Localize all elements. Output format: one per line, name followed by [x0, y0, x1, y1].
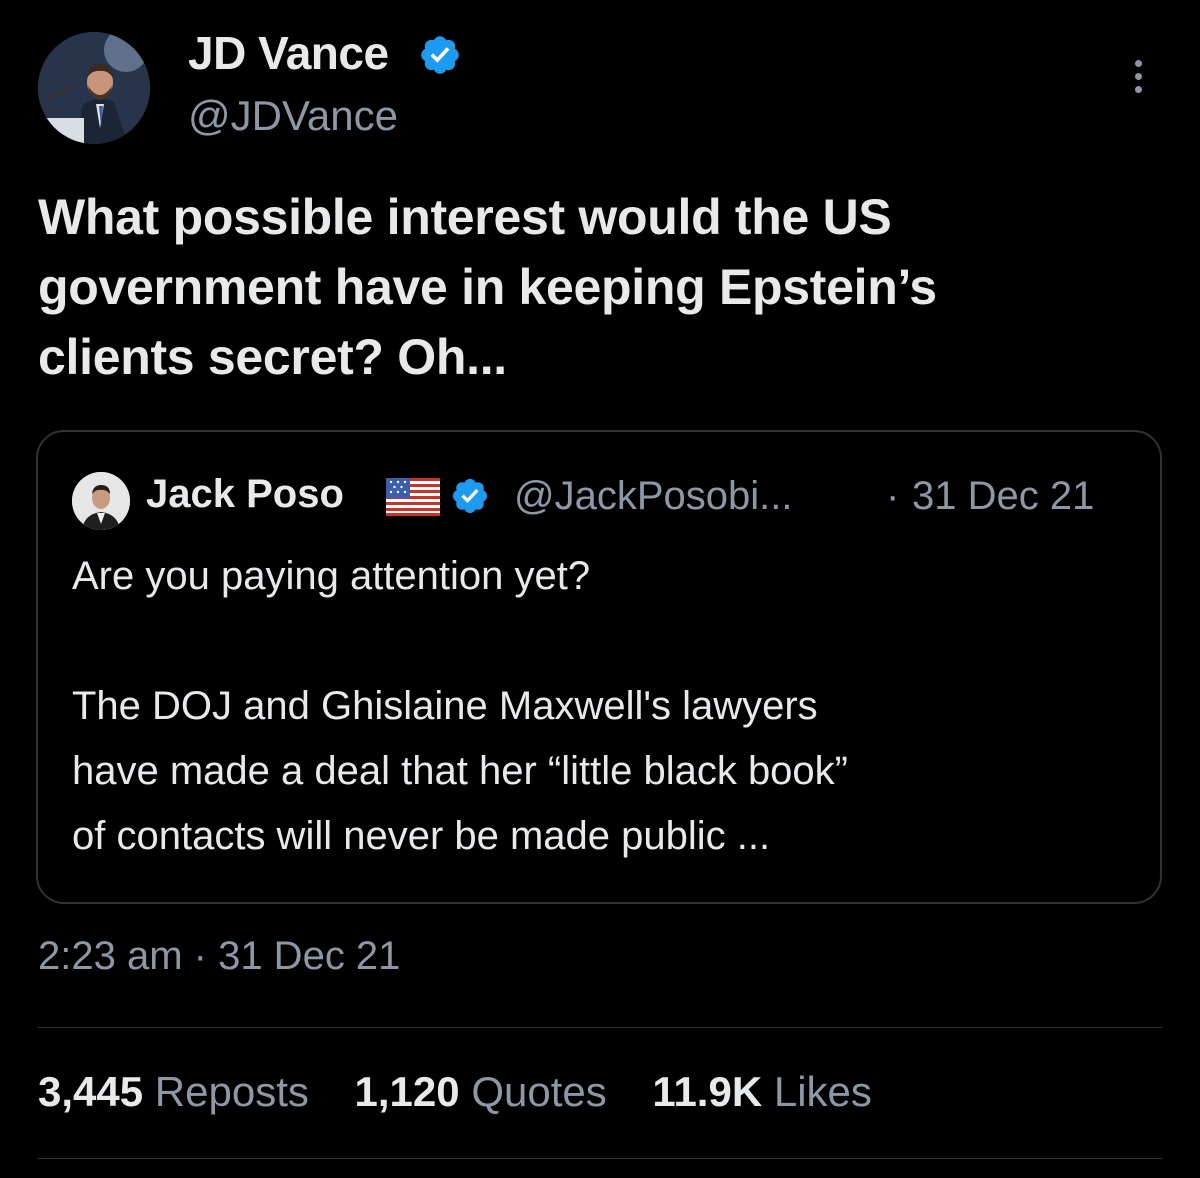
quotes-stat[interactable]: 1,120 Quotes: [355, 1068, 607, 1115]
quoted-author-name[interactable]: Jack Poso: [146, 472, 344, 517]
likes-label: Likes: [773, 1068, 872, 1115]
more-options-icon[interactable]: [1128, 60, 1148, 100]
quotes-count: 1,120: [354, 1068, 460, 1115]
reposts-count: 3,445: [38, 1068, 144, 1115]
author-handle[interactable]: @JDVance: [188, 92, 398, 140]
engagement-stats: 3,445 Reposts 1,120 Quotes 11.9K Likes: [38, 1068, 906, 1116]
divider: [38, 1158, 1162, 1159]
tweet-timestamp[interactable]: 2:23 am · 31 Dec 21: [38, 934, 400, 979]
quoted-date[interactable]: 31 Dec 21: [912, 474, 1094, 519]
reposts-label: Reposts: [154, 1068, 309, 1115]
quoted-author-handle[interactable]: @JackPosobi...: [514, 474, 793, 519]
verified-badge-icon: [452, 478, 488, 514]
verified-badge-icon: [421, 36, 459, 74]
quoted-tweet-text: Are you paying attention yet? The DOJ an…: [72, 554, 848, 858]
us-flag-icon: [386, 478, 440, 516]
quoted-tweet-card[interactable]: Jack Poso @JackPosobi... · 31 Dec 21 Are…: [36, 430, 1162, 904]
author-avatar[interactable]: [38, 32, 150, 144]
separator-dot: ·: [886, 474, 900, 518]
quoted-author-avatar[interactable]: [72, 472, 130, 530]
likes-stat[interactable]: 11.9K Likes: [652, 1068, 872, 1115]
reposts-stat[interactable]: 3,445 Reposts: [38, 1068, 309, 1115]
author-name[interactable]: JD Vance: [188, 26, 389, 80]
likes-count: 11.9K: [652, 1068, 763, 1115]
tweet-text: What possible interest would the US gove…: [38, 189, 937, 385]
quotes-label: Quotes: [471, 1068, 607, 1115]
divider: [38, 1027, 1162, 1028]
